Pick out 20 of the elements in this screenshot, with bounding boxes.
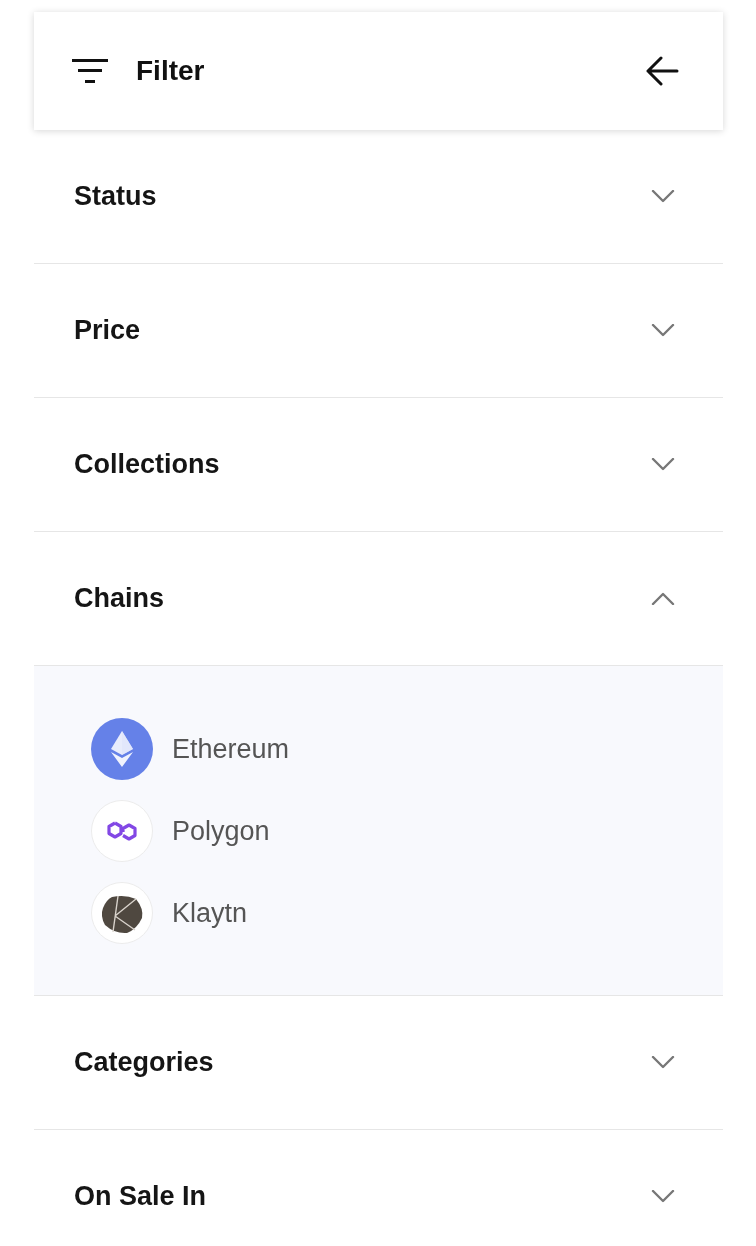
chevron-down-icon [651,458,675,471]
accordion-header[interactable]: Collections [34,398,723,532]
chevron-down-icon [651,324,675,337]
chevron-up-icon [651,592,675,605]
chevron-down-icon [651,190,675,203]
accordion-header[interactable]: Price [34,264,723,398]
accordion-header[interactable]: Categories [34,996,723,1130]
filter-icon [72,58,108,84]
arrow-left-icon [645,56,679,86]
diamond-coin-icon [91,718,153,780]
chain-option[interactable]: Polygon [91,800,270,862]
chain-option[interactable]: Ethereum [91,718,290,780]
dark-coin-icon [91,882,153,944]
chain-option[interactable]: Klaytn [91,882,248,944]
accordion-header[interactable]: On Sale In [34,1130,723,1246]
accordion-header[interactable]: Status [34,130,723,264]
chevron-down-icon [651,1190,675,1203]
linked-hexagons-icon [91,800,153,862]
filter-title: Filter [136,55,206,87]
chevron-down-icon [651,1056,675,1069]
